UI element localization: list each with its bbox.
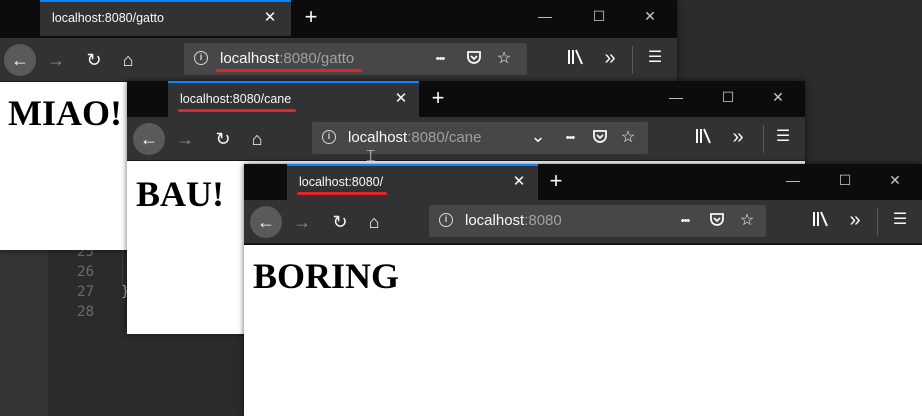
text-cursor-icon: ⌶ (366, 146, 376, 165)
tab-gatto[interactable]: localhost:8080/gatto ✕ (40, 0, 291, 36)
url-path: :8080/cane (407, 129, 482, 146)
line-number: 28 (77, 304, 94, 320)
red-underline-annotation (178, 109, 296, 112)
url-bar[interactable]: i localhost:8080 ••• ☆ (429, 205, 766, 237)
overflow-icon[interactable]: » (727, 126, 749, 148)
nav-toolbar: ← → ↻ ⌂ i localhost:8080/cane ⌄ ••• ☆ » … (127, 117, 805, 161)
home-icon[interactable]: ⌂ (112, 44, 144, 76)
url-path: :8080 (524, 212, 562, 229)
indent-guide (122, 250, 123, 284)
forward-icon[interactable]: → (169, 123, 201, 155)
library-icon[interactable] (693, 127, 715, 149)
new-tab-icon[interactable]: + (301, 6, 321, 28)
menu-icon[interactable]: ☰ (889, 209, 911, 231)
more-actions-icon[interactable]: ••• (675, 211, 695, 231)
toolbar-separator (877, 208, 878, 236)
home-icon[interactable]: ⌂ (358, 206, 390, 238)
url-bar[interactable]: i localhost:8080/cane ⌄ ••• ☆ (312, 122, 648, 154)
tab-strip: localhost:8080/gatto ✕ + — ☐ ✕ (0, 0, 677, 36)
info-icon[interactable]: i (322, 130, 336, 144)
tab-title: localhost:8080/gatto (52, 11, 164, 25)
pocket-icon[interactable] (707, 211, 727, 231)
reload-icon[interactable]: ↻ (78, 44, 110, 76)
tab-title: localhost:8080/cane (180, 92, 292, 106)
url-host: localhost (465, 212, 525, 229)
info-icon[interactable]: i (194, 51, 208, 65)
minimize-icon[interactable]: — (653, 81, 699, 115)
toolbar-separator (763, 125, 764, 153)
info-icon[interactable]: i (439, 213, 453, 227)
page-heading: BAU! (136, 174, 224, 214)
library-icon[interactable] (810, 210, 832, 232)
reload-icon[interactable]: ↻ (324, 206, 356, 238)
pocket-icon[interactable] (590, 128, 610, 148)
menu-icon[interactable]: ☰ (644, 47, 666, 69)
nav-toolbar: ← → ↻ ⌂ i localhost:8080 ••• ☆ » ☰ (244, 200, 922, 244)
tab-strip: localhost:8080/cane ✕ + — ☐ ✕ (127, 81, 805, 117)
bookmark-star-icon[interactable]: ☆ (737, 211, 757, 231)
url-text: localhost:8080/gatto (220, 50, 354, 67)
home-icon[interactable]: ⌂ (241, 123, 273, 155)
back-icon[interactable]: ← (133, 123, 165, 155)
close-window-icon[interactable]: ✕ (872, 164, 918, 198)
red-underline-annotation (297, 192, 387, 195)
minimize-icon[interactable]: — (522, 0, 568, 34)
tab-close-icon[interactable]: ✕ (511, 174, 527, 190)
maximize-icon[interactable]: ☐ (705, 81, 751, 115)
overflow-icon[interactable]: » (844, 209, 866, 231)
url-dropdown-icon[interactable]: ⌄ (528, 126, 548, 146)
forward-icon[interactable]: → (40, 44, 72, 76)
maximize-icon[interactable]: ☐ (822, 164, 868, 198)
page-heading: BORING (253, 256, 400, 296)
bookmark-star-icon[interactable]: ☆ (494, 49, 514, 69)
menu-icon[interactable]: ☰ (772, 126, 794, 148)
nav-toolbar: ← → ↻ ⌂ i localhost:8080/gatto ••• ☆ » ☰ (0, 38, 677, 82)
tab-strip: localhost:8080/ ✕ + — ☐ ✕ (244, 164, 922, 200)
tab-close-icon[interactable]: ✕ (393, 91, 409, 107)
url-host: localhost (220, 50, 280, 67)
close-window-icon[interactable]: ✕ (755, 81, 801, 115)
pocket-icon[interactable] (464, 49, 484, 69)
page-content: BORING (244, 245, 922, 416)
forward-icon[interactable]: → (286, 206, 318, 238)
more-actions-icon[interactable]: ••• (430, 49, 450, 69)
back-icon[interactable]: ← (250, 206, 282, 238)
library-icon[interactable] (565, 48, 587, 70)
tab-root[interactable]: localhost:8080/ ✕ (287, 164, 538, 200)
overflow-icon[interactable]: » (599, 47, 621, 69)
back-icon[interactable]: ← (4, 44, 36, 76)
toolbar-separator (632, 46, 633, 74)
maximize-icon[interactable]: ☐ (576, 0, 622, 34)
bookmark-star-icon[interactable]: ☆ (618, 128, 638, 148)
minimize-icon[interactable]: — (770, 164, 816, 198)
new-tab-icon[interactable]: + (428, 87, 448, 109)
close-window-icon[interactable]: ✕ (627, 0, 673, 34)
browser-window-root: localhost:8080/ ✕ + — ☐ ✕ ← → ↻ ⌂ i loca… (244, 164, 922, 416)
url-host: localhost (348, 129, 408, 146)
more-actions-icon[interactable]: ••• (560, 128, 580, 148)
new-tab-icon[interactable]: + (546, 170, 566, 192)
line-number: 26 (77, 264, 94, 280)
tab-close-icon[interactable]: ✕ (262, 10, 278, 26)
red-underline-annotation (216, 69, 362, 72)
url-bar[interactable]: i localhost:8080/gatto ••• ☆ (184, 43, 527, 75)
reload-icon[interactable]: ↻ (207, 123, 239, 155)
url-text: localhost:8080 (465, 212, 562, 229)
url-text: localhost:8080/cane (348, 129, 481, 146)
tab-title: localhost:8080/ (299, 175, 384, 189)
line-number: 27 (77, 284, 94, 300)
page-heading: MIAO! (8, 93, 122, 133)
url-path: :8080/gatto (279, 50, 355, 67)
tab-cane[interactable]: localhost:8080/cane ✕ (168, 81, 419, 117)
